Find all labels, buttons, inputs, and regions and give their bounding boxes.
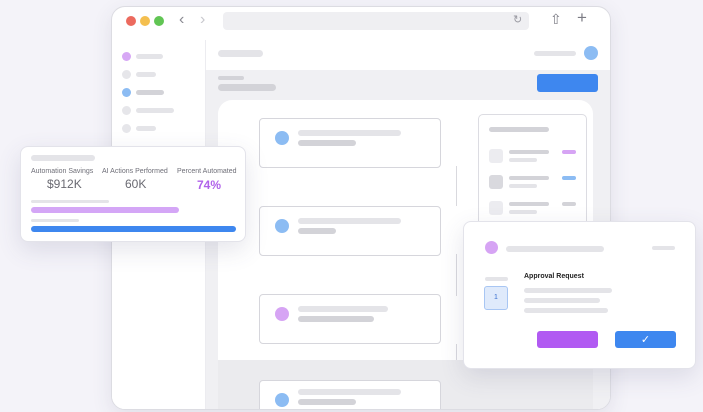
automation-savings-label: Automation Savings [31,168,94,175]
percent-automated-value: 74% [197,178,222,192]
approve-button[interactable]: ✓ [615,331,676,348]
sidebar-item-icon [122,106,131,115]
node-subtitle [298,140,356,146]
address-bar[interactable]: ↻ [223,12,529,30]
sidebar-item-icon [122,52,131,61]
node-icon [275,307,289,321]
workflow-node[interactable] [259,380,441,409]
sidebar-item[interactable] [136,72,156,77]
share-icon[interactable]: ⇧ [550,11,562,28]
sidebar-item-active[interactable] [136,90,164,95]
workflow-connector [456,254,457,296]
panel-item-label [509,176,549,180]
reject-button[interactable] [537,331,598,348]
node-title [298,306,388,312]
node-subtitle [298,399,356,405]
plus-icon[interactable]: + [577,8,587,28]
maximize-window-button[interactable] [154,16,164,26]
avatar[interactable] [584,46,598,60]
sidebar-item-icon [122,124,131,133]
page-title [218,50,263,57]
breadcrumb [218,76,244,80]
check-icon: ✓ [640,334,651,346]
sidebar-item[interactable] [136,126,156,131]
user-name [534,51,576,56]
total-progress-bar [31,226,236,232]
section-title [218,84,276,91]
node-subtitle [298,228,336,234]
approval-header [506,246,604,252]
node-title [298,218,401,224]
node-title [298,389,401,395]
card-header [31,155,95,161]
panel-item-icon [489,175,503,189]
percent-automated-label: Percent Automated [177,168,237,175]
automation-stats-card: Automation Savings $912K AI Actions Perf… [20,146,246,242]
panel-item-tag [562,150,576,154]
chevron-right-icon[interactable]: › [200,11,205,29]
automation-savings-value: $912K [47,177,82,191]
sidebar-item[interactable] [136,108,174,113]
sidebar-item-icon [122,88,131,97]
progress-label [31,219,79,222]
workflow-node[interactable] [259,206,441,256]
step-number-badge: 1 [484,286,508,310]
panel-item-icon [489,201,503,215]
reload-icon[interactable]: ↻ [513,13,522,26]
panel-item-tag [562,176,576,180]
approval-detail-line [524,298,600,303]
sidebar-item[interactable] [136,54,163,59]
node-icon [275,393,289,407]
panel-item-sub [509,158,537,162]
progress-label [31,200,109,203]
close-window-button[interactable] [126,16,136,26]
approval-request-card: 1 Approval Request ✓ [463,221,696,369]
approval-detail-line [524,308,608,313]
panel-item-tag [562,202,576,206]
node-title [298,130,401,136]
panel-item-sub [509,184,537,188]
panel-item-label [509,202,549,206]
panel-item-icon [489,149,503,163]
approval-icon [485,241,498,254]
primary-action-button[interactable] [537,74,598,92]
panel-title [489,127,549,132]
automation-progress-bar [31,207,179,213]
panel-item-label [509,150,549,154]
ai-actions-label: AI Actions Performed [102,168,168,175]
minimize-window-button[interactable] [140,16,150,26]
approval-meta [652,246,675,250]
node-subtitle [298,316,374,322]
approval-detail-line [524,288,612,293]
ai-actions-value: 60K [125,177,147,191]
chevron-left-icon[interactable]: ‹ [179,11,184,29]
panel-item-sub [509,210,537,214]
workflow-node[interactable] [259,118,441,168]
workflow-connector [456,166,457,206]
workflow-node[interactable] [259,294,441,344]
node-icon [275,131,289,145]
node-icon [275,219,289,233]
sidebar-item-icon [122,70,131,79]
approval-title: Approval Request [524,273,584,280]
step-label [485,277,508,281]
top-bar [206,40,610,71]
